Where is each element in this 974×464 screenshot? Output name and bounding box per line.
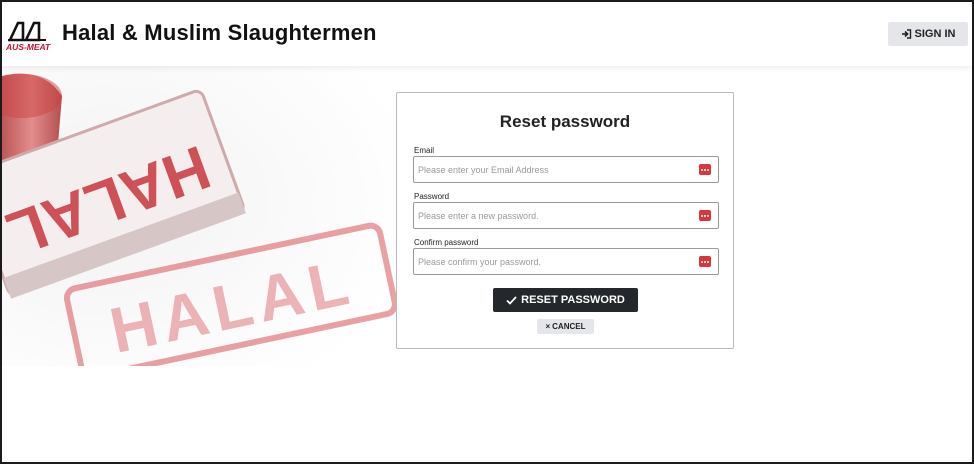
password-manager-icon[interactable]	[699, 210, 711, 221]
sign-in-label: SIGN IN	[914, 28, 956, 40]
password-manager-icon[interactable]	[699, 256, 711, 267]
halal-stamp-illustration: HALAL HALAL	[2, 66, 422, 366]
close-icon: ×	[545, 322, 551, 331]
email-label: Email	[414, 146, 435, 155]
sign-in-icon	[901, 29, 911, 39]
email-input[interactable]	[414, 157, 698, 182]
password-field-wrapper	[413, 202, 719, 229]
top-bar: AUS-MEAT Halal & Muslim Slaughtermen SIG…	[2, 2, 972, 66]
site-title: Halal & Muslim Slaughtermen	[62, 20, 377, 45]
svg-text:AUS-MEAT: AUS-MEAT	[6, 42, 51, 52]
password-label: Password	[414, 192, 450, 201]
aus-meat-logo[interactable]: AUS-MEAT	[6, 20, 52, 54]
password-manager-icon[interactable]	[699, 164, 711, 175]
cancel-label: CANCEL	[552, 322, 586, 331]
cancel-button[interactable]: × CANCEL	[537, 319, 594, 334]
reset-password-card: Reset password Email Password Confirm pa…	[396, 92, 734, 349]
sign-in-button[interactable]: SIGN IN	[888, 22, 968, 46]
password-input[interactable]	[414, 203, 698, 228]
email-field-wrapper	[413, 156, 719, 183]
confirm-password-label: Confirm password	[414, 238, 479, 247]
reset-password-label: RESET PASSWORD	[521, 294, 625, 306]
form-title: Reset password	[499, 112, 631, 131]
check-icon	[506, 295, 517, 305]
confirm-password-input[interactable]	[414, 249, 698, 274]
reset-password-button[interactable]: RESET PASSWORD	[493, 288, 638, 312]
confirm-password-field-wrapper	[413, 248, 719, 275]
